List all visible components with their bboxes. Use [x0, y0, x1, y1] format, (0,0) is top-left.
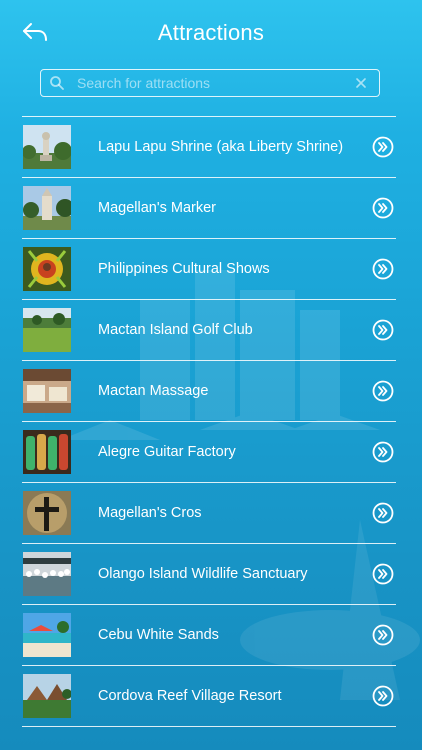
- attraction-name: Cordova Reef Village Resort: [98, 688, 282, 704]
- attraction-name: Mactan Massage: [98, 383, 209, 399]
- list-item[interactable]: Cordova Reef Village Resort: [22, 666, 396, 727]
- thumbnail-image: [23, 552, 71, 596]
- thumbnail-image: [23, 613, 71, 657]
- list-item[interactable]: Magellan's Cros: [22, 483, 396, 544]
- chevron-right-icon: [372, 563, 394, 585]
- chevron-right-icon: [372, 441, 394, 463]
- thumbnail-image: [23, 308, 71, 352]
- list-item[interactable]: Cebu White Sands: [22, 605, 396, 666]
- chevron-right-icon: [372, 136, 394, 158]
- thumbnail-image: [23, 430, 71, 474]
- list-item[interactable]: Olango Island Wildlife Sanctuary: [22, 544, 396, 605]
- page-title: Attractions: [157, 20, 265, 45]
- chevron-right-icon: [372, 502, 394, 524]
- thumbnail-image: [23, 247, 71, 291]
- chevron-right-icon: [372, 685, 394, 707]
- attraction-name: Olango Island Wildlife Sanctuary: [98, 566, 308, 582]
- list-item[interactable]: Philippines Cultural Shows: [22, 239, 396, 300]
- attraction-name: Lapu Lapu Shrine (aka Liberty Shrine): [98, 139, 344, 155]
- list-item[interactable]: Mactan Massage: [22, 361, 396, 422]
- search-bar: [40, 69, 380, 97]
- attraction-name: Magellan's Cros: [98, 505, 202, 521]
- chevron-right-icon: [372, 258, 394, 280]
- attraction-name: Mactan Island Golf Club: [98, 322, 253, 338]
- thumbnail-image: [23, 369, 71, 413]
- chevron-right-icon: [372, 197, 394, 219]
- header-bar: Attractions: [0, 0, 422, 64]
- chevron-right-icon: [372, 319, 394, 341]
- list-item[interactable]: Mactan Island Golf Club: [22, 300, 396, 361]
- thumbnail-image: [23, 125, 71, 169]
- chevron-right-icon: [372, 380, 394, 402]
- attraction-name: Cebu White Sands: [98, 627, 219, 643]
- thumbnail-image: [23, 186, 71, 230]
- close-icon: [356, 78, 366, 88]
- search-input[interactable]: [75, 74, 353, 92]
- chevron-right-icon: [372, 624, 394, 646]
- search-icon: [49, 75, 65, 91]
- thumbnail-image: [23, 674, 71, 718]
- list-item[interactable]: Lapu Lapu Shrine (aka Liberty Shrine): [22, 117, 396, 178]
- attraction-name: Magellan's Marker: [98, 200, 217, 216]
- clear-search-button[interactable]: [353, 75, 369, 91]
- thumbnail-image: [23, 491, 71, 535]
- list-item[interactable]: Magellan's Marker: [22, 178, 396, 239]
- attraction-name: Philippines Cultural Shows: [98, 261, 270, 277]
- attraction-name: Alegre Guitar Factory: [98, 444, 236, 460]
- attractions-list: Lapu Lapu Shrine (aka Liberty Shrine) Ma…: [22, 116, 396, 727]
- list-item[interactable]: Alegre Guitar Factory: [22, 422, 396, 483]
